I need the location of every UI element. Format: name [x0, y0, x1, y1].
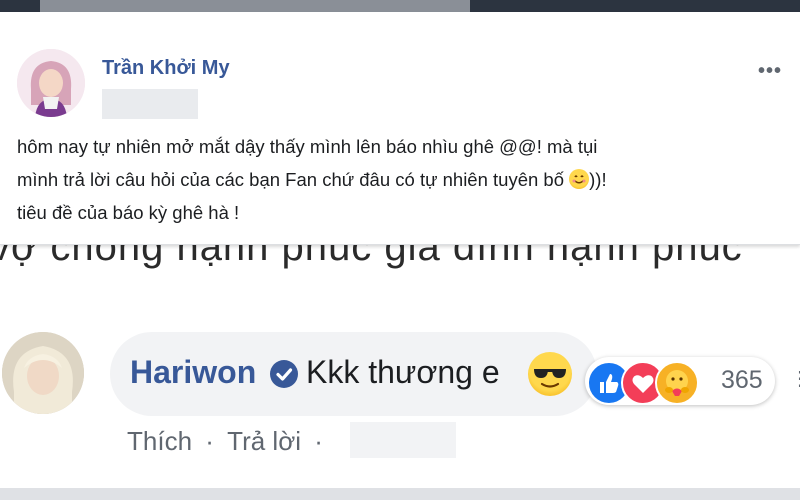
post-timestamp-redacted: [102, 89, 198, 119]
reactions-summary[interactable]: 365: [585, 357, 775, 405]
comment-section: Hariwon Kkk thương e 365 Thích · Trả lời…: [0, 270, 800, 488]
author-avatar-image: [17, 49, 85, 117]
reaction-count: 365: [721, 366, 763, 394]
more-options-icon[interactable]: •••: [758, 60, 782, 83]
author-avatar[interactable]: [17, 49, 85, 117]
top-strip: [0, 0, 800, 12]
comment-options-icon[interactable]: ⋮: [790, 366, 800, 391]
care-reaction-icon: [655, 361, 699, 405]
post-author-name[interactable]: Trần Khởi My: [102, 57, 230, 80]
comment-actions: Thích · Trả lời ·: [127, 426, 323, 457]
action-separator: ·: [314, 426, 323, 456]
post-text-line: mình trả lời câu hỏi của các bạn Fan chứ…: [17, 163, 792, 196]
commenter-avatar[interactable]: [2, 332, 84, 414]
commenter-avatar-image: [2, 332, 84, 414]
post-card: Trần Khởi My ••• hôm nay tự nhiên mở mắt…: [0, 12, 800, 245]
post-text-segment: ))!: [589, 169, 607, 190]
comment-text: Kkk thương e: [306, 354, 500, 390]
post-text-line: hôm nay tự nhiên mở mắt dậy thấy mình lê…: [17, 136, 598, 157]
top-strip-segment: [0, 0, 40, 12]
post-text: hôm nay tự nhiên mở mắt dậy thấy mình lê…: [17, 130, 792, 229]
post-text-line: tiêu đề của báo kỳ ghê hà !: [17, 202, 240, 223]
smile-emoji-icon: [569, 169, 590, 189]
post-text-segment: mình trả lời câu hỏi của các bạn Fan chứ…: [17, 169, 570, 190]
comment-bubble: Hariwon Kkk thương e: [110, 332, 597, 416]
bottom-strip: [0, 488, 800, 500]
top-strip-segment: [470, 0, 800, 12]
comment-timestamp-redacted: [350, 422, 456, 458]
sunglasses-emoji-icon: [528, 352, 572, 396]
like-action[interactable]: Thích: [127, 426, 192, 457]
reply-action[interactable]: Trả lời: [227, 426, 301, 457]
commenter-name[interactable]: Hariwon: [130, 354, 256, 391]
action-separator: ·: [205, 426, 214, 456]
verified-badge-icon: [270, 360, 298, 388]
